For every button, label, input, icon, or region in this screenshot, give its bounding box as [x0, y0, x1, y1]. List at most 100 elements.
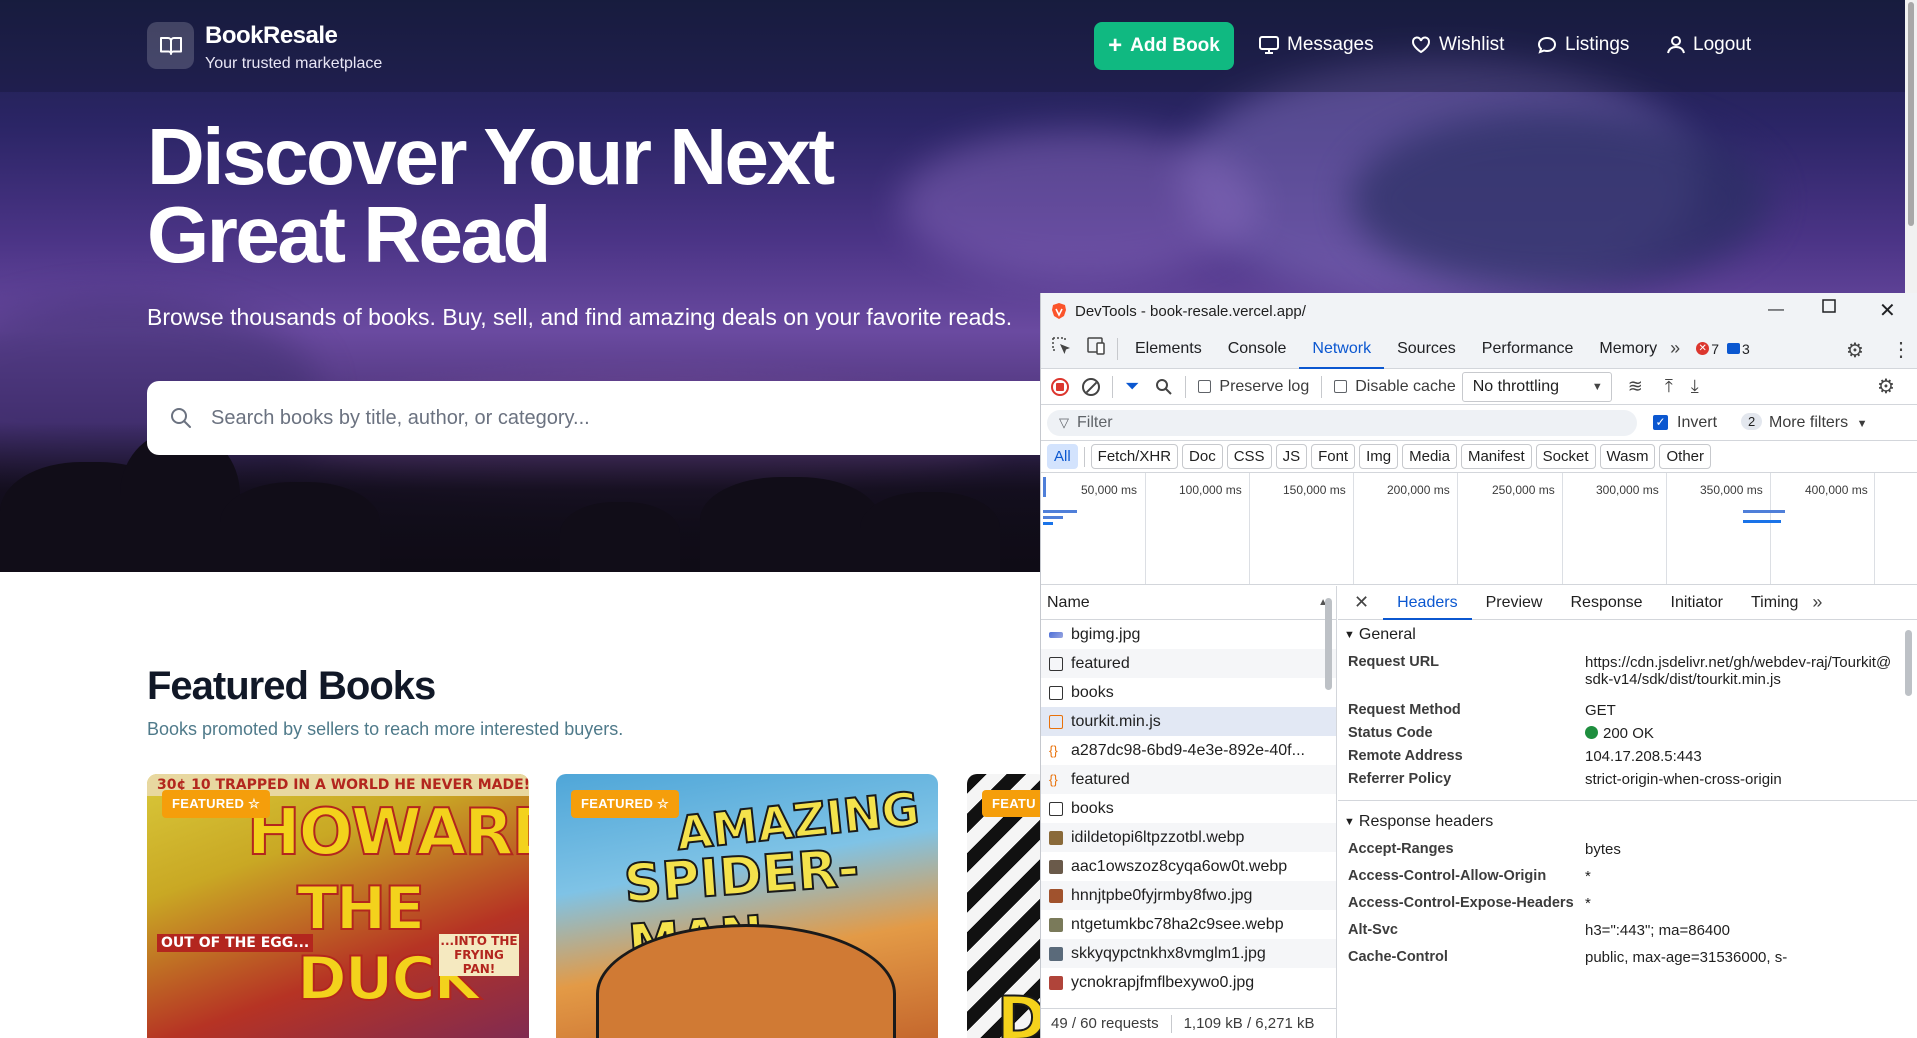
header-value[interactable]: GET [1585, 702, 1895, 725]
type-filter-js[interactable]: JS [1275, 444, 1308, 469]
details-scrollbar[interactable] [1905, 630, 1912, 696]
document-icon [1049, 656, 1063, 671]
filter-input[interactable]: ▽ Filter [1047, 410, 1637, 436]
error-count-badge[interactable]: ✕ 7 [1696, 341, 1719, 357]
tab-memory[interactable]: Memory [1586, 329, 1670, 369]
details-tabbar: ✕ Headers Preview Response Initiator Tim… [1338, 586, 1917, 620]
name-column-header[interactable]: Name ▲ [1041, 586, 1336, 620]
request-name: featured [1071, 654, 1130, 672]
tab-initiator[interactable]: Initiator [1657, 586, 1737, 620]
request-row[interactable]: bgimg.jpg [1041, 620, 1336, 649]
request-row[interactable]: hnnjtpbe0fyjrmby8fwo.jpg [1041, 881, 1336, 910]
tab-preview[interactable]: Preview [1472, 586, 1557, 620]
type-filter-font[interactable]: Font [1311, 444, 1356, 469]
request-row-selected[interactable]: tourkit.min.js [1041, 707, 1336, 736]
header-value[interactable]: https://cdn.jsdelivr.net/gh/webdev-raj/T… [1585, 654, 1895, 698]
request-list-scrollbar[interactable] [1325, 598, 1332, 690]
clear-icon[interactable] [1082, 377, 1100, 396]
cover-extra-right: ...INTO THE FRYING PAN! [439, 934, 519, 976]
resource-type-filters: All Fetch/XHR Doc CSS JS Font Img Media … [1041, 441, 1917, 473]
add-book-button[interactable]: + Add Book [1094, 22, 1234, 70]
request-name: hnnjtpbe0fyjrmby8fwo.jpg [1071, 886, 1253, 904]
type-filter-img[interactable]: Img [1359, 444, 1399, 469]
book-card[interactable]: D FEATU [967, 774, 1047, 1038]
inspect-element-icon[interactable] [1051, 336, 1073, 361]
type-filter-doc[interactable]: Doc [1182, 444, 1223, 469]
type-filter-css[interactable]: CSS [1226, 444, 1272, 469]
minimize-icon[interactable]: — [1768, 301, 1784, 319]
preserve-log-checkbox[interactable] [1198, 380, 1212, 393]
tab-performance[interactable]: Performance [1469, 329, 1587, 369]
header-value[interactable]: public, max-age=31536000, s- [1585, 949, 1895, 976]
header-value[interactable]: h3=":443"; ma=86400 [1585, 922, 1895, 949]
network-summary-bar: 49 / 60 requests 1,109 kB / 6,271 kB [1041, 1008, 1337, 1038]
request-row[interactable]: books [1041, 794, 1336, 823]
header-value[interactable]: 104.17.208.5:443 [1585, 748, 1895, 771]
tab-headers[interactable]: Headers [1383, 586, 1472, 620]
request-row[interactable]: {} featured [1041, 765, 1336, 794]
script-icon [1049, 714, 1063, 729]
more-tabs-icon[interactable]: » [1670, 338, 1680, 359]
user-icon [1667, 36, 1685, 54]
request-row[interactable]: ntgetumkbc78ha2c9see.webp [1041, 910, 1336, 939]
type-filter-media[interactable]: Media [1402, 444, 1457, 469]
network-overview-timeline[interactable]: 50,000 ms 100,000 ms 150,000 ms 200,000 … [1041, 473, 1917, 585]
type-filter-wasm[interactable]: Wasm [1599, 444, 1656, 469]
tab-response[interactable]: Response [1556, 586, 1656, 620]
device-toolbar-icon[interactable] [1085, 336, 1107, 361]
request-row[interactable]: aac1owszoz8cyqa6ow0t.webp [1041, 852, 1336, 881]
type-filter-manifest[interactable]: Manifest [1460, 444, 1532, 469]
search-icon[interactable] [1155, 378, 1173, 396]
close-details-icon[interactable]: ✕ [1354, 592, 1369, 613]
header-value[interactable]: * [1585, 868, 1895, 895]
nav-wishlist[interactable]: Wishlist [1411, 34, 1504, 56]
request-row[interactable]: idildetopi6ltpzzotbl.webp [1041, 823, 1336, 852]
maximize-icon[interactable] [1822, 299, 1836, 318]
tab-timing[interactable]: Timing [1737, 586, 1812, 620]
network-conditions-icon[interactable]: ≋ [1628, 376, 1643, 397]
header-value[interactable]: bytes [1585, 841, 1895, 868]
nav-messages[interactable]: Messages [1259, 34, 1374, 56]
response-headers-section-header[interactable]: ▼ Response headers [1338, 807, 1917, 837]
request-row[interactable]: {} a287dc98-6bd9-4e3e-892e-40f... [1041, 736, 1336, 765]
more-filters-button[interactable]: More filters ▼ [1769, 414, 1867, 432]
header-key: Request URL [1348, 654, 1440, 670]
brand-name[interactable]: BookResale [205, 22, 338, 50]
type-filter-other[interactable]: Other [1659, 444, 1711, 469]
settings-gear-icon[interactable]: ⚙ [1846, 338, 1864, 363]
record-stop-icon[interactable] [1051, 377, 1069, 396]
kebab-menu-icon[interactable]: ⋮ [1891, 337, 1911, 362]
tab-network[interactable]: Network [1299, 329, 1385, 369]
header-value[interactable]: strict-origin-when-cross-origin [1585, 771, 1895, 794]
general-section-header[interactable]: ▼ General [1338, 620, 1917, 650]
message-count-badge[interactable]: 3 [1726, 341, 1750, 357]
more-detail-tabs-icon[interactable]: » [1812, 592, 1822, 613]
filter-funnel-icon[interactable]: ⏷ [1125, 376, 1139, 397]
book-logo-icon[interactable] [147, 22, 194, 69]
tab-console[interactable]: Console [1215, 329, 1300, 369]
request-row[interactable]: skkyqypctnkhx8vmglm1.jpg [1041, 939, 1336, 968]
type-filter-fetch-xhr[interactable]: Fetch/XHR [1090, 444, 1179, 469]
add-book-label: Add Book [1130, 35, 1220, 56]
type-filter-socket[interactable]: Socket [1535, 444, 1596, 469]
request-row[interactable]: books [1041, 678, 1336, 707]
request-row[interactable]: ycnokrapjfmflbexywo0.jpg [1041, 968, 1336, 997]
throttling-value: No throttling [1472, 377, 1559, 395]
network-settings-gear-icon[interactable]: ⚙ [1877, 374, 1895, 399]
type-filter-all[interactable]: All [1047, 444, 1078, 469]
header-value[interactable]: * [1585, 895, 1895, 922]
disable-cache-checkbox[interactable] [1334, 380, 1348, 393]
close-window-icon[interactable]: ✕ [1879, 298, 1896, 323]
nav-listings[interactable]: Listings [1537, 34, 1629, 56]
nav-logout[interactable]: Logout [1667, 34, 1751, 56]
import-har-icon[interactable]: ⤒ [1665, 376, 1673, 397]
throttling-select[interactable]: No throttling ▼ [1461, 371, 1612, 402]
request-row[interactable]: featured [1041, 649, 1336, 678]
invert-checkbox[interactable]: ✓ [1653, 415, 1668, 430]
book-card[interactable]: 30¢ 10 TRAPPED IN A WORLD HE NEVER MADE!… [147, 774, 529, 1038]
tab-sources[interactable]: Sources [1384, 329, 1469, 369]
book-card[interactable]: AMAZING SPIDER-MAN FEATURED ☆ [556, 774, 938, 1038]
status-code-value[interactable]: 200 OK [1585, 725, 1895, 748]
export-har-icon[interactable]: ⤓ [1691, 376, 1699, 397]
tab-elements[interactable]: Elements [1122, 329, 1215, 369]
